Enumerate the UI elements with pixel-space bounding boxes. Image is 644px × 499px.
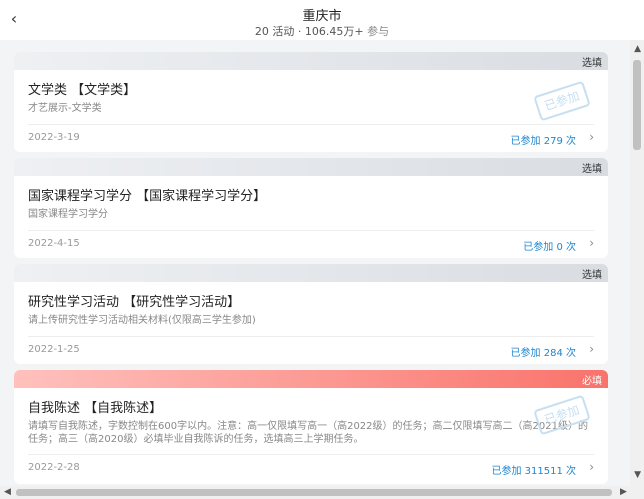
joined-stamp-icon: 已参加 bbox=[533, 80, 591, 122]
required-tag: 必填 bbox=[582, 376, 602, 387]
page-title: 重庆市 bbox=[302, 9, 342, 24]
divider bbox=[28, 454, 594, 455]
horizontal-scroll-thumb[interactable] bbox=[16, 489, 612, 496]
scroll-down-icon[interactable]: ▼ bbox=[634, 470, 641, 480]
vertical-scroll-thumb[interactable] bbox=[633, 60, 641, 150]
optional-tag: 选填 bbox=[582, 270, 602, 281]
card-title: 国家课程学习学分 【国家课程学习学分】 bbox=[28, 189, 267, 204]
card-description: 请上传研究性学习活动相关材料(仅限高三学生参加) bbox=[28, 315, 256, 326]
participant-suffix: 参与 bbox=[363, 25, 390, 38]
activity-list: 选填 文学类 【文学类】 才艺展示-文学类 已参加 2022-3-19 已参加 … bbox=[0, 40, 644, 486]
card-title: 研究性学习活动 【研究性学习活动】 bbox=[28, 295, 241, 310]
chevron-right-icon[interactable]: › bbox=[589, 342, 594, 356]
joined-count[interactable]: 已参加 0 次 bbox=[523, 238, 576, 253]
chevron-right-icon[interactable]: › bbox=[589, 236, 594, 250]
card-header-bar: 选填 bbox=[14, 158, 608, 176]
card-date: 2022-3-19 bbox=[28, 132, 80, 143]
participant-count: 106.45万+ bbox=[304, 25, 364, 38]
divider bbox=[28, 336, 594, 337]
card-header-bar: 选填 bbox=[14, 264, 608, 282]
divider bbox=[28, 124, 594, 125]
scroll-up-icon[interactable]: ▲ bbox=[634, 44, 641, 54]
activity-card[interactable]: 选填 研究性学习活动 【研究性学习活动】 请上传研究性学习活动相关材料(仅限高三… bbox=[14, 264, 608, 364]
chevron-right-icon[interactable]: › bbox=[589, 130, 594, 144]
card-title: 自我陈述 【自我陈述】 bbox=[28, 401, 163, 416]
chevron-right-icon[interactable]: › bbox=[589, 460, 594, 474]
divider bbox=[28, 230, 594, 231]
joined-count[interactable]: 已参加 311511 次 bbox=[491, 462, 576, 477]
scroll-right-icon[interactable]: ▶ bbox=[620, 487, 627, 497]
activity-card[interactable]: 选填 国家课程学习学分 【国家课程学习学分】 国家课程学习学分 2022-4-1… bbox=[14, 158, 608, 258]
joined-count[interactable]: 已参加 284 次 bbox=[511, 344, 576, 359]
card-title: 文学类 【文学类】 bbox=[28, 83, 137, 98]
activity-count: 20 活动 bbox=[254, 25, 295, 38]
activity-card[interactable]: 选填 文学类 【文学类】 才艺展示-文学类 已参加 2022-3-19 已参加 … bbox=[14, 52, 608, 152]
joined-count[interactable]: 已参加 279 次 bbox=[511, 132, 576, 147]
separator: · bbox=[294, 25, 305, 38]
card-date: 2022-2-28 bbox=[28, 462, 80, 473]
card-description: 国家课程学习学分 bbox=[28, 209, 108, 220]
card-description: 请填写自我陈述，字数控制在600字以内。注意：高一仅限填写高一（高2022级）的… bbox=[28, 421, 588, 445]
scroll-left-icon[interactable]: ◀ bbox=[4, 487, 11, 497]
page-subtitle: 20 活动 · 106.45万+ 参与 bbox=[0, 23, 644, 39]
card-header-bar: 必填 bbox=[14, 370, 608, 388]
card-date: 2022-1-25 bbox=[28, 344, 80, 355]
optional-tag: 选填 bbox=[582, 58, 602, 69]
card-header-bar: 选填 bbox=[14, 52, 608, 70]
card-description: 才艺展示-文学类 bbox=[28, 103, 102, 114]
optional-tag: 选填 bbox=[582, 164, 602, 175]
top-bar: ‹ 重庆市 20 活动 · 106.45万+ 参与 bbox=[0, 0, 644, 40]
card-date: 2022-4-15 bbox=[28, 238, 80, 249]
activity-card[interactable]: 必填 自我陈述 【自我陈述】 请填写自我陈述，字数控制在600字以内。注意：高一… bbox=[14, 370, 608, 484]
